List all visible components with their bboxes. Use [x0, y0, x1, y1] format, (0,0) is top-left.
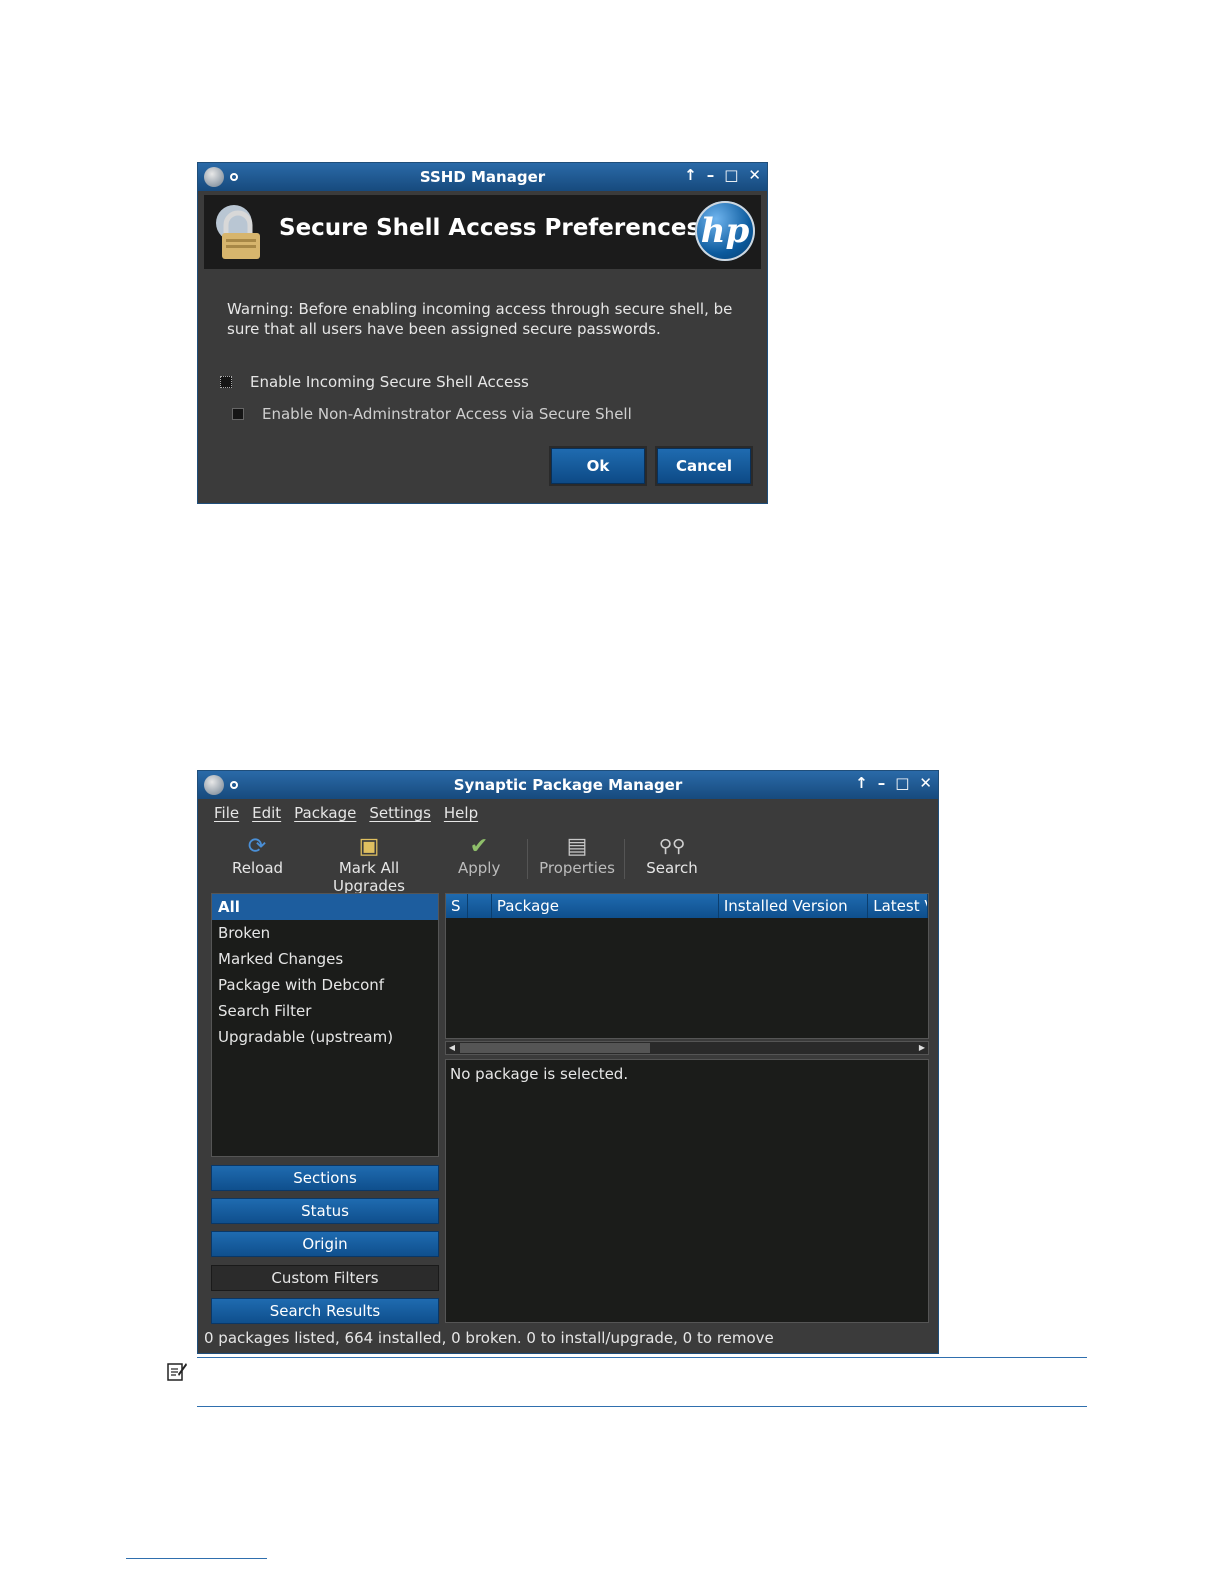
- column-installed-version[interactable]: Installed Version: [718, 894, 869, 918]
- lock-icon: [216, 205, 260, 259]
- reload-icon: ⟳: [247, 833, 267, 859]
- filter-item-broken[interactable]: Broken: [212, 920, 438, 946]
- scroll-right-icon[interactable]: ▶: [917, 1043, 927, 1053]
- filter-list: All Broken Marked Changes Package with D…: [211, 893, 439, 1157]
- arrow-up-icon[interactable]: ↑: [684, 166, 697, 184]
- column-package[interactable]: Package: [491, 894, 719, 918]
- sshd-manager-window: SSHD Manager ↑ – □ ✕ Secure Shell Access…: [197, 162, 768, 504]
- minimize-icon[interactable]: –: [878, 774, 886, 792]
- table-header: S Package Installed Version Latest Versi…: [446, 894, 928, 918]
- status-bar: 0 packages listed, 664 installed, 0 brok…: [204, 1329, 774, 1347]
- enable-nonadmin-checkbox[interactable]: [232, 408, 244, 420]
- sections-button[interactable]: Sections: [211, 1165, 439, 1191]
- footer-rule: [126, 1558, 267, 1559]
- search-results-button[interactable]: Search Results: [211, 1298, 439, 1324]
- apply-label: Apply: [458, 859, 501, 877]
- window-title: Synaptic Package Manager: [453, 776, 683, 794]
- enable-incoming-label: Enable Incoming Secure Shell Access: [250, 373, 529, 391]
- close-icon[interactable]: ✕: [748, 166, 761, 184]
- column-icon[interactable]: [467, 894, 492, 918]
- custom-filters-button[interactable]: Custom Filters: [211, 1265, 439, 1291]
- filter-item-search-filter[interactable]: Search Filter: [212, 998, 438, 1024]
- arrow-up-icon[interactable]: ↑: [855, 774, 868, 792]
- menubar: File Edit Package Settings Help: [198, 799, 938, 827]
- banner-title: Secure Shell Access Preferences: [279, 215, 701, 241]
- column-status[interactable]: S: [446, 894, 468, 918]
- toolbar-separator: [527, 839, 528, 879]
- menu-help[interactable]: Help: [444, 804, 478, 822]
- package-table[interactable]: S Package Installed Version Latest Versi…: [445, 893, 929, 1039]
- menu-package[interactable]: Package: [294, 804, 356, 822]
- warning-text: Warning: Before enabling incoming access…: [227, 300, 733, 338]
- window-title: SSHD Manager: [419, 168, 546, 186]
- maximize-icon[interactable]: □: [724, 166, 738, 184]
- search-label: Search: [646, 859, 698, 877]
- ok-button[interactable]: Ok: [551, 448, 645, 484]
- note-top-rule: [197, 1357, 1087, 1358]
- status-button[interactable]: Status: [211, 1198, 439, 1224]
- close-icon[interactable]: ✕: [919, 774, 932, 792]
- window-menu-icon[interactable]: [230, 173, 238, 181]
- synaptic-app-icon[interactable]: [204, 775, 224, 795]
- document-icon: ▤: [566, 833, 588, 859]
- mark-all-label: Mark All Upgrades: [333, 859, 405, 895]
- synaptic-window: Synaptic Package Manager ↑ – □ ✕ File Ed…: [197, 770, 939, 1354]
- column-latest-version[interactable]: Latest Version: [868, 894, 928, 918]
- cancel-button[interactable]: Cancel: [657, 448, 751, 484]
- filter-item-all[interactable]: All: [212, 894, 438, 920]
- package-details: No package is selected.: [445, 1059, 929, 1323]
- reload-button[interactable]: ⟳ Reload: [232, 833, 284, 878]
- scroll-left-icon[interactable]: ◀: [447, 1043, 457, 1053]
- search-button[interactable]: ⚲⚲ Search: [646, 833, 698, 878]
- sshd-titlebar[interactable]: SSHD Manager ↑ – □ ✕: [198, 163, 767, 191]
- origin-button[interactable]: Origin: [211, 1231, 439, 1257]
- details-text: No package is selected.: [450, 1065, 629, 1083]
- horizontal-scrollbar[interactable]: ◀ ▶: [445, 1041, 929, 1055]
- menu-file[interactable]: File: [214, 804, 239, 822]
- toolbar: ⟳ Reload ▣ Mark All Upgrades ✔ Apply ▤ P…: [204, 829, 932, 896]
- filter-item-upgradable[interactable]: Upgradable (upstream): [212, 1024, 438, 1050]
- toolbar-separator: [624, 839, 625, 879]
- synaptic-titlebar[interactable]: Synaptic Package Manager ↑ – □ ✕: [198, 771, 938, 799]
- scrollbar-thumb[interactable]: [460, 1043, 650, 1053]
- window-menu-icon[interactable]: [230, 781, 238, 789]
- filter-item-debconf[interactable]: Package with Debconf: [212, 972, 438, 998]
- enable-nonadmin-row[interactable]: Enable Non-Adminstrator Access via Secur…: [232, 405, 632, 423]
- apply-button[interactable]: ✔ Apply: [458, 833, 501, 878]
- check-icon: ✔: [469, 833, 489, 859]
- note-icon: [167, 1363, 187, 1381]
- enable-incoming-row[interactable]: Enable Incoming Secure Shell Access: [220, 373, 529, 391]
- lock-app-icon[interactable]: [204, 167, 224, 187]
- properties-label: Properties: [539, 859, 615, 877]
- mark-upgrades-icon: ▣: [358, 833, 380, 859]
- mark-all-upgrades-button[interactable]: ▣ Mark All Upgrades: [304, 833, 434, 896]
- properties-button[interactable]: ▤ Properties: [539, 833, 615, 878]
- reload-label: Reload: [232, 859, 284, 877]
- menu-edit[interactable]: Edit: [252, 804, 281, 822]
- maximize-icon[interactable]: □: [895, 774, 909, 792]
- hp-logo: hp: [695, 201, 755, 261]
- banner: Secure Shell Access Preferences hp: [204, 195, 761, 269]
- note-bottom-rule: [197, 1406, 1087, 1407]
- menu-settings[interactable]: Settings: [369, 804, 431, 822]
- binoculars-icon: ⚲⚲: [658, 835, 686, 857]
- enable-incoming-checkbox[interactable]: [220, 376, 232, 388]
- enable-nonadmin-label: Enable Non-Adminstrator Access via Secur…: [262, 405, 632, 423]
- minimize-icon[interactable]: –: [707, 166, 715, 184]
- filter-item-marked-changes[interactable]: Marked Changes: [212, 946, 438, 972]
